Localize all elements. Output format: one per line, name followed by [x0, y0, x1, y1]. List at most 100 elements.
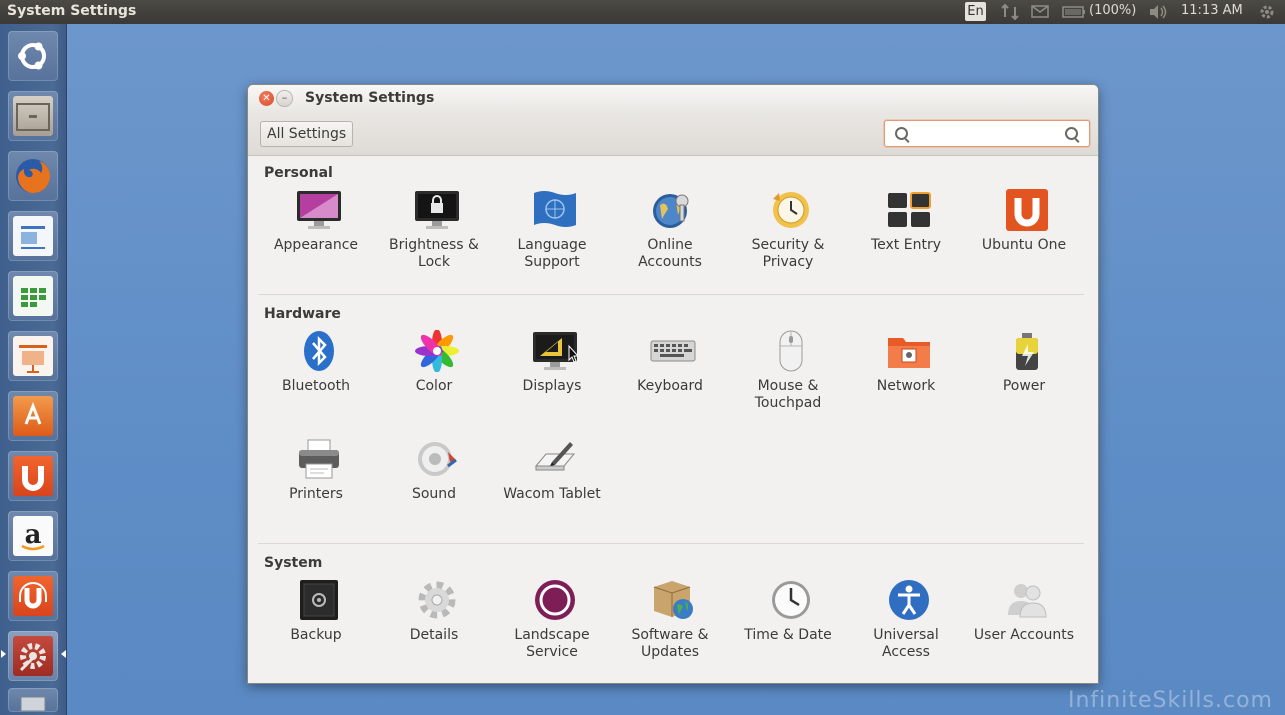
panel-color[interactable]: Color: [376, 329, 492, 420]
panel-label: Bluetooth: [282, 378, 350, 394]
color-flower-icon: [414, 329, 459, 373]
focused-indicator: [61, 650, 66, 658]
details-gear-icon: [414, 579, 456, 621]
panel-power[interactable]: Power: [966, 330, 1082, 420]
printer-icon: [296, 438, 339, 480]
clock[interactable]: 11:13 AM: [1181, 3, 1243, 18]
settings-gear-wrench-icon: [13, 636, 53, 676]
file-cabinet-icon: [13, 96, 53, 136]
trash-icon: [13, 693, 53, 712]
all-settings-button[interactable]: All Settings: [260, 121, 354, 147]
firefox-icon: [13, 156, 53, 196]
panel-wacom-tablet[interactable]: Wacom Tablet: [494, 438, 610, 528]
impress-presentation-icon: [13, 336, 53, 376]
universal-access-icon: [886, 579, 929, 621]
panel-online-accounts[interactable]: Online Accounts: [612, 189, 728, 279]
panel-label: Language Support: [517, 237, 587, 270]
launcher-software-center-button[interactable]: [8, 391, 58, 441]
shopping-bag-icon: [13, 396, 53, 436]
section-title-personal: Personal: [264, 165, 333, 181]
panel-displays[interactable]: Displays: [494, 330, 610, 420]
battery-icon[interactable]: [1062, 6, 1086, 22]
panel-ubuntu-one[interactable]: Ubuntu One: [966, 189, 1082, 279]
panel-label: Color: [415, 378, 453, 394]
panel-label: Text Entry: [870, 237, 941, 253]
brightness-lock-icon: [414, 189, 459, 231]
keyboard-layout-indicator[interactable]: En: [965, 2, 986, 21]
network-icon[interactable]: [1000, 3, 1020, 25]
section-title-hardware: Hardware: [264, 306, 341, 322]
window-title: System Settings: [305, 90, 435, 106]
launcher-amazon-button[interactable]: a: [8, 511, 58, 561]
launcher-ubuntu-one-button[interactable]: [8, 451, 58, 501]
panel-sound[interactable]: Sound: [376, 438, 492, 528]
launcher-files-button[interactable]: [8, 91, 58, 141]
panel-network[interactable]: Network: [848, 330, 964, 420]
power-battery-icon: [1004, 330, 1046, 372]
panel-details[interactable]: Details: [376, 579, 492, 669]
launcher-writer-button[interactable]: [8, 211, 58, 261]
panel-label: Security & Privacy: [751, 237, 825, 270]
panel-time-date[interactable]: Time & Date: [730, 579, 846, 669]
panel-language-support[interactable]: Language Support: [494, 189, 610, 279]
launcher-system-settings-button[interactable]: [8, 631, 58, 681]
panel-label: Mouse & Touchpad: [754, 378, 822, 411]
launcher-calc-button[interactable]: [8, 271, 58, 321]
panel-keyboard[interactable]: Keyboard: [612, 330, 728, 420]
bluetooth-icon: [296, 330, 338, 372]
backup-safe-icon: [296, 579, 338, 621]
panel-label: Power: [1002, 378, 1046, 394]
launcher-firefox-button[interactable]: [8, 151, 58, 201]
panel-label: Brightness & Lock: [389, 237, 479, 270]
panel-appearance[interactable]: Appearance: [258, 189, 374, 279]
launcher-ubuntu-one-music-button[interactable]: [8, 571, 58, 621]
panel-label: Universal Access: [873, 627, 939, 660]
mail-icon[interactable]: [1031, 5, 1049, 22]
panel-landscape-service[interactable]: Landscape Service: [494, 579, 610, 669]
mouse-icon: [768, 330, 810, 372]
panel-label: Printers: [289, 486, 343, 502]
minimize-button[interactable]: –: [277, 91, 292, 106]
clock-icon: [768, 579, 810, 621]
headphones-u-icon: [13, 576, 53, 616]
launcher-impress-button[interactable]: [8, 331, 58, 381]
close-button[interactable]: ✕: [259, 91, 274, 106]
panel-label: Time & Date: [744, 627, 832, 643]
section-title-system: System: [264, 555, 323, 571]
launcher-dash-button[interactable]: [8, 31, 58, 81]
software-updates-box-icon: [650, 579, 693, 621]
calc-spreadsheet-icon: [13, 276, 53, 316]
panel-bluetooth[interactable]: Bluetooth: [258, 330, 374, 420]
displays-monitor-icon: [532, 330, 580, 372]
window-titlebar[interactable]: ✕ – System Settings: [248, 85, 1098, 113]
panel-label: Wacom Tablet: [503, 486, 601, 502]
panel-text-entry[interactable]: Text Entry: [848, 189, 964, 279]
session-gear-icon[interactable]: [1258, 3, 1276, 25]
search-input[interactable]: [915, 124, 1059, 143]
panel-brightness-lock[interactable]: Brightness & Lock: [376, 189, 492, 279]
top-panel: System Settings En (100%) 11:13 AM: [0, 0, 1285, 24]
writer-document-icon: [13, 216, 53, 256]
search-clear-icon[interactable]: [1065, 127, 1078, 140]
language-flag-icon: [532, 189, 576, 231]
panel-printers[interactable]: Printers: [258, 438, 374, 528]
appearance-icon: [296, 189, 341, 231]
panel-mouse-touchpad[interactable]: Mouse & Touchpad: [730, 330, 846, 420]
ubuntu-one-icon: [1004, 189, 1048, 231]
panel-universal-access[interactable]: Universal Access: [848, 579, 964, 669]
panel-backup[interactable]: Backup: [258, 579, 374, 669]
launcher-trash-button[interactable]: [8, 688, 58, 712]
panel-label: Backup: [290, 627, 342, 643]
panel-label: Appearance: [273, 237, 359, 253]
battery-percent[interactable]: (100%): [1089, 3, 1136, 18]
panel-user-accounts[interactable]: User Accounts: [966, 579, 1082, 669]
online-accounts-icon: [650, 189, 692, 231]
settings-panel-grid: Personal Appearance Brightness & Lock La…: [248, 156, 1098, 683]
keyboard-icon: [650, 330, 696, 372]
volume-icon[interactable]: [1148, 4, 1168, 24]
panel-software-updates[interactable]: Software & Updates: [612, 579, 728, 669]
panel-security-privacy[interactable]: Security & Privacy: [730, 189, 846, 279]
search-field[interactable]: [884, 120, 1090, 147]
launcher: a: [0, 24, 67, 715]
network-folder-icon: [886, 330, 930, 372]
